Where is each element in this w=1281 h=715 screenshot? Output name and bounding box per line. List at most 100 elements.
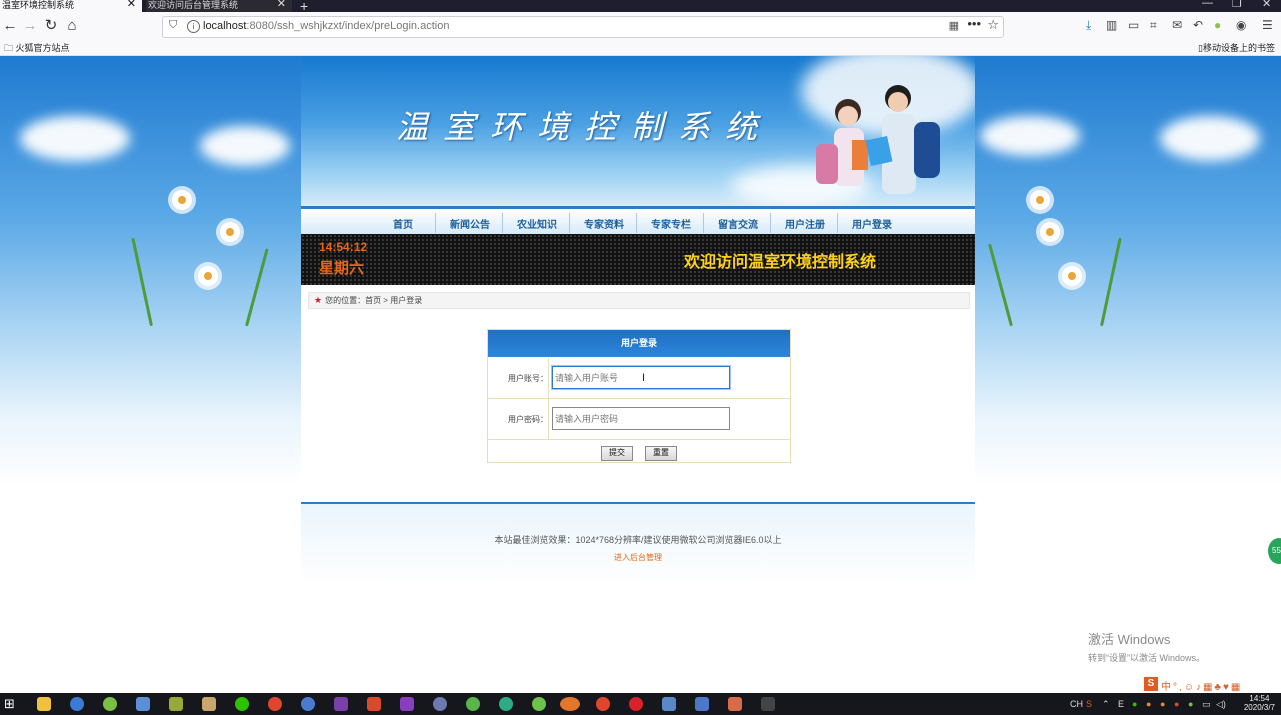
mobile-bookmarks-label: 移动设备上的书签: [1202, 43, 1275, 53]
account-input[interactable]: [552, 366, 730, 389]
tab-active[interactable]: 温室环境控制系统 ✕: [0, 0, 142, 12]
windows-taskbar: ⊞ CH S ⌃ E ● ● ● ● ● ▭ ◁) 14:54 2020/3/7: [0, 693, 1281, 715]
browser-icon[interactable]: [70, 697, 84, 711]
file-explorer-icon[interactable]: [37, 697, 51, 711]
home-icon[interactable]: ⌂: [62, 16, 82, 36]
nav-agri-knowledge[interactable]: 农业知识: [504, 216, 570, 231]
app-icon[interactable]: [466, 697, 480, 711]
password-input[interactable]: [552, 407, 730, 430]
download-icon[interactable]: ⤓: [1086, 18, 1091, 33]
app-tray-icon[interactable]: ●: [1146, 699, 1151, 709]
app-icon[interactable]: [301, 697, 315, 711]
app-icon[interactable]: [532, 697, 546, 711]
grass-decoration: [245, 248, 269, 327]
nav-home[interactable]: 首页: [370, 216, 436, 231]
breadcrumb-home[interactable]: 首页: [365, 296, 381, 305]
chrome-icon[interactable]: [268, 697, 282, 711]
visual-studio-icon[interactable]: [400, 697, 414, 711]
tools-icon[interactable]: [202, 697, 216, 711]
app-icon[interactable]: [169, 697, 183, 711]
activation-title: 激活 Windows: [1088, 632, 1171, 647]
start-icon[interactable]: ⊞: [4, 696, 15, 712]
extension-icon[interactable]: ●: [1214, 18, 1221, 32]
submit-button[interactable]: 提交: [601, 446, 633, 461]
main-container: 温室环境控制系统 首页 新闻公告 农业知识 专家资料 专家专栏 留言交流 用户注…: [301, 56, 975, 693]
screenshot-icon[interactable]: ⌗: [1150, 18, 1157, 33]
app-icon[interactable]: [433, 697, 447, 711]
page-actions-icon[interactable]: •••: [967, 16, 981, 31]
bookmark-folder-label: 火狐官方站点: [15, 43, 70, 53]
volume-icon[interactable]: ◁): [1216, 699, 1226, 710]
wechat-icon[interactable]: [235, 697, 249, 711]
clock-time: 14:54: [1249, 694, 1270, 703]
nav-divider: [703, 213, 704, 233]
sogou-tray-icon[interactable]: S: [1086, 699, 1092, 709]
app-tray-icon[interactable]: ●: [1174, 699, 1179, 709]
chevron-up-icon[interactable]: ⌃: [1102, 699, 1110, 710]
maximize-icon[interactable]: ❐: [1232, 0, 1242, 10]
admin-link[interactable]: 进入后台管理: [301, 552, 975, 563]
shield-icon[interactable]: ⛉: [169, 19, 177, 32]
sidebar-icon[interactable]: ▭: [1128, 18, 1139, 32]
nav-divider: [435, 213, 436, 233]
minimize-icon[interactable]: —: [1202, 0, 1213, 9]
star-icon: ★: [314, 295, 323, 305]
app-icon[interactable]: [499, 697, 513, 711]
floating-badge[interactable]: 55: [1268, 538, 1281, 564]
jetbrains-icon[interactable]: [334, 697, 348, 711]
reload-icon[interactable]: ↻: [41, 16, 61, 36]
nav-news[interactable]: 新闻公告: [437, 216, 503, 231]
nav-expert-column[interactable]: 专家专栏: [638, 216, 704, 231]
account-icon[interactable]: ◉: [1236, 18, 1246, 32]
app-tray-icon[interactable]: ●: [1188, 699, 1193, 709]
nav-login[interactable]: 用户登录: [839, 216, 905, 231]
app-icon[interactable]: [103, 697, 117, 711]
taskbar-clock[interactable]: 14:54 2020/3/7: [1244, 694, 1275, 712]
grass-decoration: [1100, 237, 1122, 327]
tab-inactive[interactable]: 欢迎访问后台管理系统 ✕: [146, 0, 292, 12]
tab-label: 欢迎访问后台管理系统: [148, 0, 239, 10]
app-icon[interactable]: [695, 697, 709, 711]
app-icon[interactable]: [136, 697, 150, 711]
address-bar[interactable]: ⛉ i localhost:8080/ssh_wshjkzxt/index/pr…: [162, 16, 1004, 38]
opera-icon[interactable]: [629, 697, 643, 711]
library-icon[interactable]: ▥: [1106, 18, 1117, 32]
forward-icon[interactable]: →: [20, 16, 40, 36]
editor-icon[interactable]: [761, 697, 775, 711]
reset-button[interactable]: 重置: [645, 446, 677, 461]
cloud-decoration: [1160, 116, 1260, 161]
app-icon[interactable]: [367, 697, 381, 711]
bookmark-star-icon[interactable]: ☆: [987, 17, 999, 33]
nav-messages[interactable]: 留言交流: [705, 216, 771, 231]
chrome-icon[interactable]: [596, 697, 610, 711]
close-tab-icon[interactable]: ✕: [127, 0, 136, 10]
firefox-icon[interactable]: [560, 697, 580, 711]
app-icon[interactable]: [662, 697, 676, 711]
ime-tools[interactable]: 中°,☺♪▦♣♥▦: [1161, 678, 1242, 693]
site-banner: 温室环境控制系统: [301, 56, 975, 206]
nav-register[interactable]: 用户注册: [772, 216, 838, 231]
cloud-decoration: [200, 126, 290, 166]
wechat-tray-icon[interactable]: ●: [1132, 699, 1137, 709]
window-close-icon[interactable]: ✕: [1262, 0, 1271, 10]
menu-icon[interactable]: ☰: [1262, 18, 1273, 32]
undo-icon[interactable]: ↶: [1193, 18, 1203, 32]
qr-code-icon[interactable]: ▦: [949, 19, 959, 32]
input-language[interactable]: CH: [1070, 699, 1083, 709]
windows-activation-watermark: 激活 Windows 转到“设置”以激活 Windows。: [1088, 629, 1205, 664]
url-text[interactable]: localhost:8080/ssh_wshjkzxt/index/preLog…: [203, 20, 449, 32]
bookmark-folder[interactable]: 🗀 火狐官方站点: [4, 41, 70, 57]
app-tray-icon[interactable]: ●: [1160, 699, 1165, 709]
close-tab-icon[interactable]: ✕: [277, 0, 286, 10]
network-icon[interactable]: ▭: [1202, 699, 1211, 710]
app-icon[interactable]: [728, 697, 742, 711]
system-tray: CH S ⌃ E ● ● ● ● ● ▭ ◁) 14:54 2020/3/7: [1066, 693, 1281, 715]
sogou-ime-icon[interactable]: S: [1144, 677, 1158, 691]
mobile-bookmarks[interactable]: ▯移动设备上的书签: [1198, 41, 1275, 54]
info-icon[interactable]: i: [187, 20, 200, 33]
breadcrumb: ★ 您的位置：首页 > 用户登录: [308, 292, 970, 309]
nav-experts[interactable]: 专家资料: [571, 216, 637, 231]
chat-icon[interactable]: ✉: [1172, 18, 1182, 32]
back-icon[interactable]: ←: [0, 16, 20, 36]
ime-tray-icon[interactable]: E: [1118, 699, 1124, 709]
